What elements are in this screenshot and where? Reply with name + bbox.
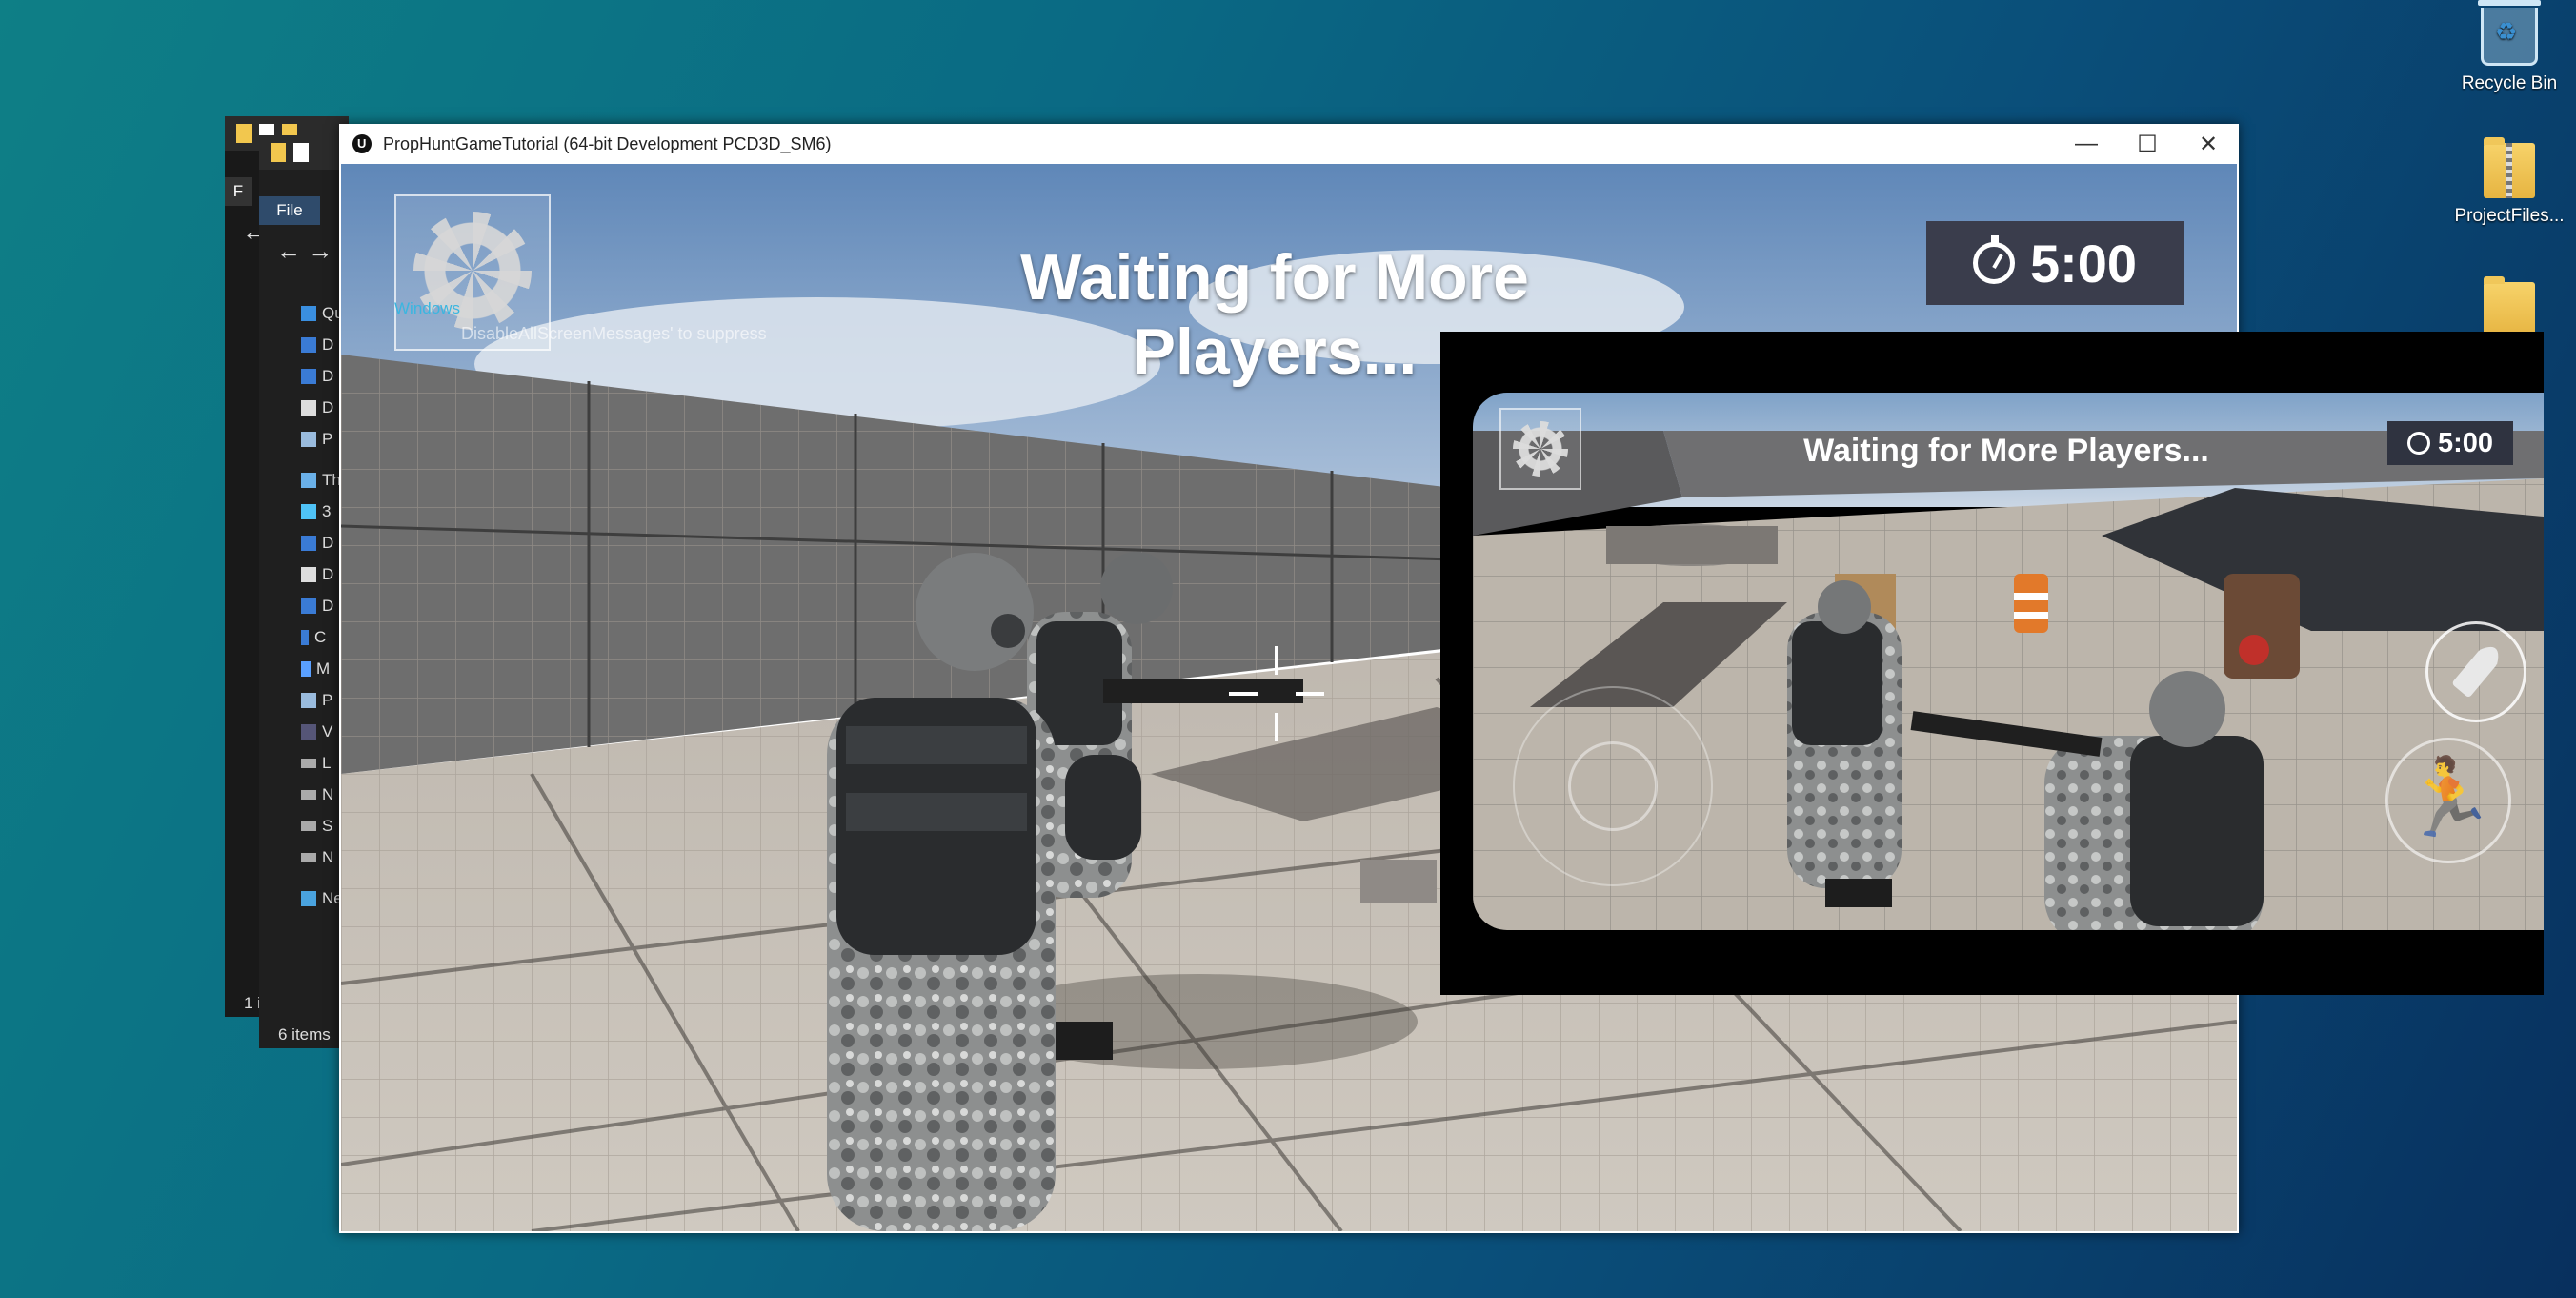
- document-icon: [301, 566, 316, 582]
- unreal-logo-icon: [352, 134, 372, 153]
- minimize-button[interactable]: —: [2056, 131, 2117, 158]
- picture-icon: [301, 692, 316, 708]
- close-button[interactable]: ✕: [2178, 131, 2239, 158]
- download-icon: [301, 598, 316, 614]
- crosshair-icon: [1229, 646, 1324, 741]
- gear-icon: [1513, 421, 1568, 477]
- drive-icon: [301, 629, 309, 645]
- bullet-icon: [2452, 646, 2499, 697]
- stopwatch-icon: [2406, 432, 2430, 455]
- cube-icon: [301, 503, 316, 519]
- mobile-preview-window[interactable]: Waiting for More Players... 5:00 🏃: [1440, 332, 2544, 995]
- download-icon: [301, 368, 316, 384]
- windows-label: Windows: [394, 299, 460, 317]
- desktop-icon: [301, 336, 316, 353]
- file-menu[interactable]: File: [259, 196, 320, 225]
- game-window-titlebar[interactable]: PropHuntGameTutorial (64-bit Development…: [339, 124, 2239, 164]
- explorer-tab[interactable]: F: [225, 177, 252, 206]
- disk-icon: [301, 821, 316, 831]
- mobile-settings-button[interactable]: [1499, 408, 1581, 490]
- disk-icon: [301, 789, 316, 800]
- mobile-match-timer: 5:00: [2387, 421, 2513, 465]
- joystick-thumb[interactable]: [1568, 741, 1658, 831]
- match-timer: 5:00: [1926, 221, 2184, 305]
- desktop-icon-projectfiles[interactable]: ProjectFiles...: [2443, 137, 2576, 227]
- explorer-status: 6 items: [278, 1025, 331, 1044]
- video-icon: [301, 723, 316, 740]
- nav-arrows-icon[interactable]: ← →: [276, 236, 332, 266]
- desktop-icon-label: Recycle Bin: [2461, 73, 2558, 93]
- mobile-soldier-left: [1787, 580, 1902, 907]
- picture-icon: [301, 431, 316, 447]
- recycle-bin-icon: [2478, 0, 2541, 66]
- sprint-button[interactable]: 🏃: [2385, 738, 2511, 863]
- debug-message: DisableAllScreenMessages' to suppress: [461, 324, 767, 343]
- mobile-viewport[interactable]: Waiting for More Players... 5:00 🏃: [1473, 393, 2544, 930]
- computer-icon: [301, 472, 316, 488]
- network-icon: [301, 890, 316, 906]
- stopwatch-icon: [1972, 235, 2015, 284]
- desktop-icon: [301, 535, 316, 551]
- fire-button[interactable]: [2425, 621, 2526, 722]
- window-title: PropHuntGameTutorial (64-bit Development…: [383, 133, 832, 153]
- mobile-waiting-message: Waiting for More Players...: [1803, 433, 2209, 469]
- timer-value: 5:00: [2029, 233, 2138, 294]
- star-icon: [301, 305, 316, 321]
- disk-icon: [301, 758, 316, 768]
- zip-folder-icon: [2484, 137, 2535, 198]
- mobile-timer-value: 5:00: [2437, 427, 2494, 458]
- desktop-icon-recycle-bin[interactable]: Recycle Bin: [2443, 0, 2576, 94]
- virtual-joystick[interactable]: [1513, 686, 1713, 886]
- running-man-icon: 🏃: [2401, 755, 2496, 840]
- document-icon: [301, 399, 316, 416]
- music-icon: [301, 660, 311, 677]
- disk-icon: [301, 852, 316, 862]
- maximize-button[interactable]: ☐: [2117, 131, 2178, 158]
- desktop-icon-label: ProjectFiles...: [2454, 206, 2565, 226]
- folder-icon: [2484, 276, 2535, 337]
